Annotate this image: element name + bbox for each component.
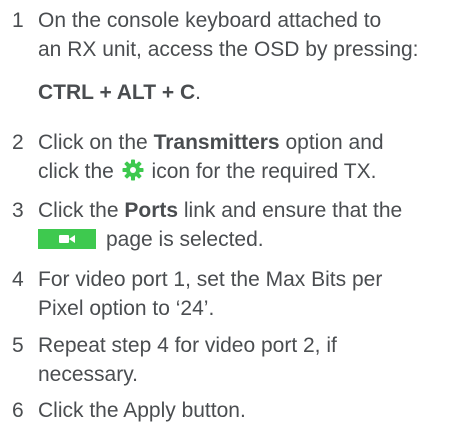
- text-run: Click the: [38, 199, 125, 222]
- step-line: Click the Ports link and ensure that the: [38, 196, 471, 225]
- step-line: Click the Apply button.: [38, 399, 246, 422]
- step-number: 5: [12, 334, 24, 357]
- step-number: 3: [12, 199, 24, 222]
- step-number: 4: [12, 268, 24, 291]
- step-line: Pixel option to ‘24’.: [38, 297, 215, 320]
- step-text: On the console keyboard attached to an R…: [38, 6, 471, 107]
- text-run: page is selected.: [106, 228, 264, 251]
- text-run: Click on the: [38, 131, 154, 154]
- text-run: option and: [279, 131, 384, 154]
- step-line: On the console keyboard attached to: [38, 9, 382, 32]
- step-line: Click on the Transmitters option and: [38, 128, 471, 157]
- step-line: click the icon for the required TX.: [38, 157, 471, 186]
- step-text: Repeat step 4 for video port 2, if neces…: [38, 331, 471, 389]
- step-number: 2: [12, 131, 24, 154]
- shortcut-keys: CTRL + ALT + C: [38, 81, 196, 104]
- step-number: 6: [12, 399, 24, 422]
- step-line: Repeat step 4 for video port 2, if: [38, 334, 337, 357]
- video-camera-icon: [59, 235, 75, 243]
- text-run: click the: [38, 160, 120, 183]
- step-number: 1: [12, 9, 24, 32]
- video-page-button: [38, 229, 96, 249]
- text-run: icon for the required TX.: [145, 160, 377, 183]
- step-line: page is selected.: [38, 225, 471, 254]
- step-line: For video port 1, set the Max Bits per: [38, 268, 383, 291]
- text-run: link and ensure that the: [178, 199, 403, 222]
- step-line: an RX unit, access the OSD by pressing:: [38, 38, 419, 61]
- transmitters-term: Transmitters: [153, 131, 280, 154]
- shortcut-end: .: [195, 81, 201, 104]
- step-text: Click the Ports link and ensure that the…: [38, 196, 471, 254]
- step-line: necessary.: [38, 363, 138, 386]
- step-text: Click the Apply button.: [38, 396, 471, 425]
- gear-icon: [122, 159, 144, 181]
- step-text: For video port 1, set the Max Bits per P…: [38, 265, 471, 323]
- ports-term: Ports: [124, 199, 179, 222]
- step-text: Click on the Transmitters option and cli…: [38, 128, 471, 186]
- keyboard-shortcut: CTRL + ALT + C.: [38, 78, 471, 107]
